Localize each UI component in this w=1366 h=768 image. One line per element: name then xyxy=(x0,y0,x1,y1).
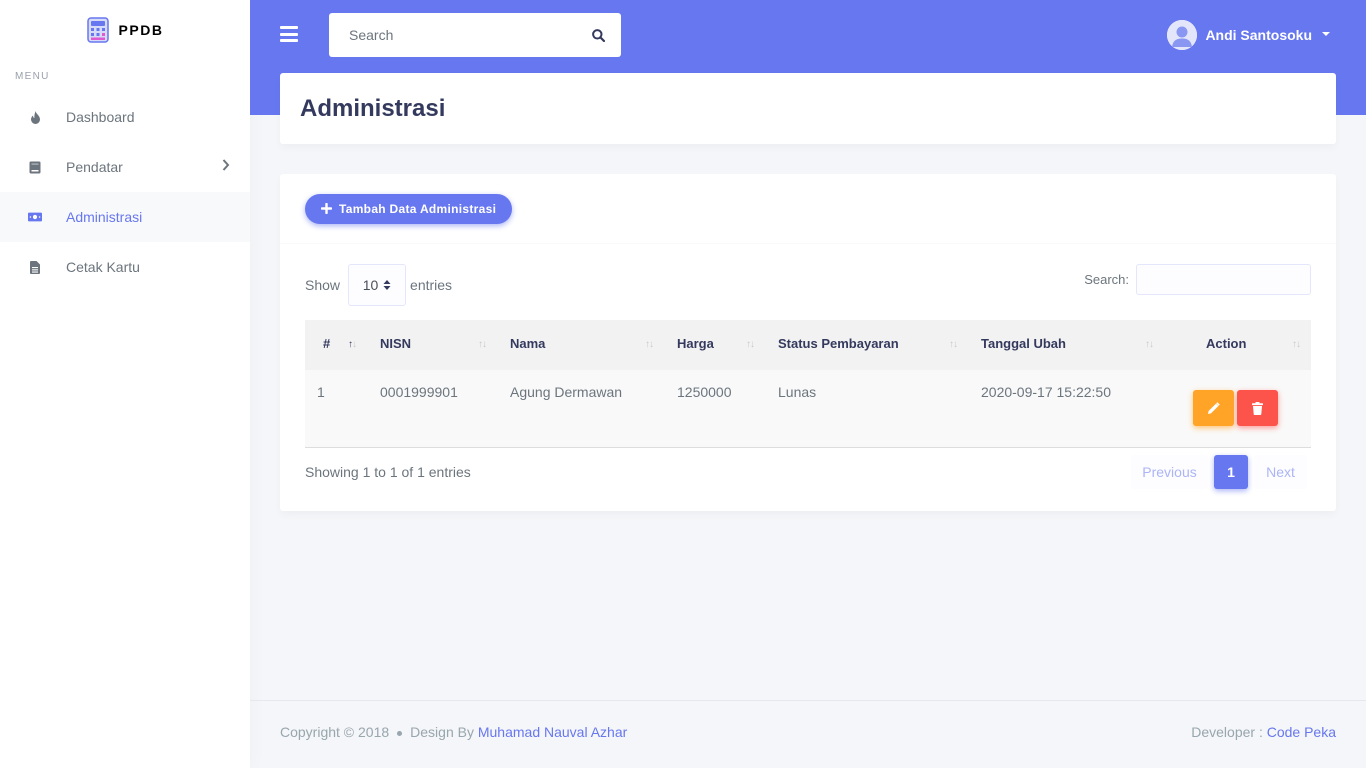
copyright-text: Copyright © 2018 xyxy=(280,724,390,740)
file-icon xyxy=(28,260,42,274)
sidebar-item-cetak-kartu[interactable]: Cetak Kartu xyxy=(0,242,250,292)
table-info: Showing 1 to 1 of 1 entries xyxy=(305,464,471,480)
brand[interactable]: PPDB xyxy=(0,0,250,60)
hamburger-menu-icon[interactable] xyxy=(280,26,298,42)
column-header-nama[interactable]: Nama ↑↓ xyxy=(497,320,664,370)
pagination-previous[interactable]: Previous xyxy=(1131,455,1208,489)
add-administrasi-button[interactable]: Tambah Data Administrasi xyxy=(305,193,513,224)
sort-icon: ↑↓ xyxy=(746,339,755,350)
cell-no: 1 xyxy=(305,370,367,448)
pagination-page[interactable]: 1 xyxy=(1214,455,1248,489)
cell-status: Lunas xyxy=(765,370,968,448)
user-menu[interactable]: Andi Santosoku xyxy=(1167,20,1330,50)
menu-header: MENU xyxy=(15,71,50,82)
sidebar-item-pendatar[interactable]: Pendatar xyxy=(0,142,250,192)
cell-tanggal: 2020-09-17 15:22:50 xyxy=(968,370,1164,448)
column-header-harga[interactable]: Harga ↑↓ xyxy=(664,320,765,370)
table-header-row: # ↑↓ NISN ↑↓ Nama ↑↓ Harga ↑↓ Status Pembaya… xyxy=(305,320,1311,370)
avatar xyxy=(1167,20,1198,50)
search-icon xyxy=(591,28,605,42)
pencil-icon xyxy=(1208,401,1220,414)
pagination-next[interactable]: Next xyxy=(1254,455,1307,489)
column-header-no[interactable]: # ↑↓ xyxy=(305,320,367,370)
sort-icon: ↑↓ xyxy=(1145,339,1154,350)
add-button-label: Tambah Data Administrasi xyxy=(339,201,497,216)
brand-name: PPDB xyxy=(118,22,164,38)
sort-icon: ↑↓ xyxy=(478,339,487,350)
cell-harga: 1250000 xyxy=(664,370,765,448)
user-name: Andi Santosoku xyxy=(1205,27,1312,43)
search-input[interactable] xyxy=(329,13,575,57)
sort-icon: ↑↓ xyxy=(1292,339,1301,350)
sort-icon: ↑↓ xyxy=(949,339,958,350)
designer-link[interactable]: Muhamad Nauval Azhar xyxy=(478,724,627,740)
trash-icon xyxy=(1252,401,1263,415)
delete-button[interactable] xyxy=(1237,390,1278,426)
sidebar-item-label: Dashboard xyxy=(66,109,135,125)
table-search-input[interactable] xyxy=(1136,264,1311,295)
caret-down-icon xyxy=(1322,31,1330,36)
data-card: Tambah Data Administrasi Show 10 entries… xyxy=(280,174,1336,511)
sidebar: PPDB MENU Dashboard Pendatar Administras… xyxy=(0,0,250,768)
column-header-status[interactable]: Status Pembayaran ↑↓ xyxy=(765,320,968,370)
sort-icon: ↑↓ xyxy=(348,339,357,350)
separator-dot xyxy=(397,730,403,736)
filter-label: Search: xyxy=(1084,272,1129,287)
data-table: # ↑↓ NISN ↑↓ Nama ↑↓ Harga ↑↓ Status Pembaya… xyxy=(305,320,1311,448)
design-by-text: Design By xyxy=(410,724,474,740)
fire-icon xyxy=(28,110,42,124)
sort-caret-icon xyxy=(383,280,391,290)
column-header-tanggal[interactable]: Tanggal Ubah ↑↓ xyxy=(968,320,1164,370)
developer-link[interactable]: Code Peka xyxy=(1267,724,1336,740)
page-title: Administrasi xyxy=(300,94,446,122)
book-icon xyxy=(28,160,42,174)
length-prefix: Show xyxy=(305,277,341,293)
sort-icon: ↑↓ xyxy=(645,339,654,350)
table-filter: Search: xyxy=(1084,264,1311,295)
edit-button[interactable] xyxy=(1193,390,1234,426)
sidebar-item-label: Pendatar xyxy=(66,159,123,175)
sidebar-item-label: Cetak Kartu xyxy=(66,259,140,275)
sidebar-item-label: Administrasi xyxy=(66,209,143,225)
footer: Copyright © 2018 Design By Muhamad Nauval… xyxy=(250,700,1366,768)
footer-right: Developer : Code Peka xyxy=(1191,724,1336,740)
developer-label: Developer : xyxy=(1191,724,1263,740)
money-bill-icon xyxy=(28,210,42,224)
chevron-right-icon xyxy=(222,159,230,171)
card-header: Tambah Data Administrasi xyxy=(280,174,1336,244)
section-header: Administrasi xyxy=(280,73,1336,144)
cell-nisn: 0001999901 xyxy=(367,370,497,448)
table-row: 1 0001999901 Agung Dermawan 1250000 Luna… xyxy=(305,370,1311,448)
entries-select[interactable]: 10 xyxy=(348,264,407,306)
sidebar-item-administrasi[interactable]: Administrasi xyxy=(0,192,250,242)
brand-logo-icon xyxy=(86,17,109,43)
entries-select-value: 10 xyxy=(362,277,379,293)
length-suffix: entries xyxy=(410,277,453,293)
plus-icon xyxy=(321,203,332,214)
cell-action xyxy=(1164,370,1311,448)
search-button[interactable] xyxy=(575,13,621,57)
sidebar-item-dashboard[interactable]: Dashboard xyxy=(0,92,250,142)
cell-nama: Agung Dermawan xyxy=(497,370,664,448)
column-header-action[interactable]: Action ↑↓ xyxy=(1164,320,1311,370)
column-header-nisn[interactable]: NISN ↑↓ xyxy=(367,320,497,370)
entries-length: Show 10 entries xyxy=(305,264,452,306)
topbar-search xyxy=(329,13,621,57)
footer-left: Copyright © 2018 Design By Muhamad Nauval… xyxy=(280,724,627,740)
pagination: Previous 1 Next xyxy=(1131,455,1307,489)
